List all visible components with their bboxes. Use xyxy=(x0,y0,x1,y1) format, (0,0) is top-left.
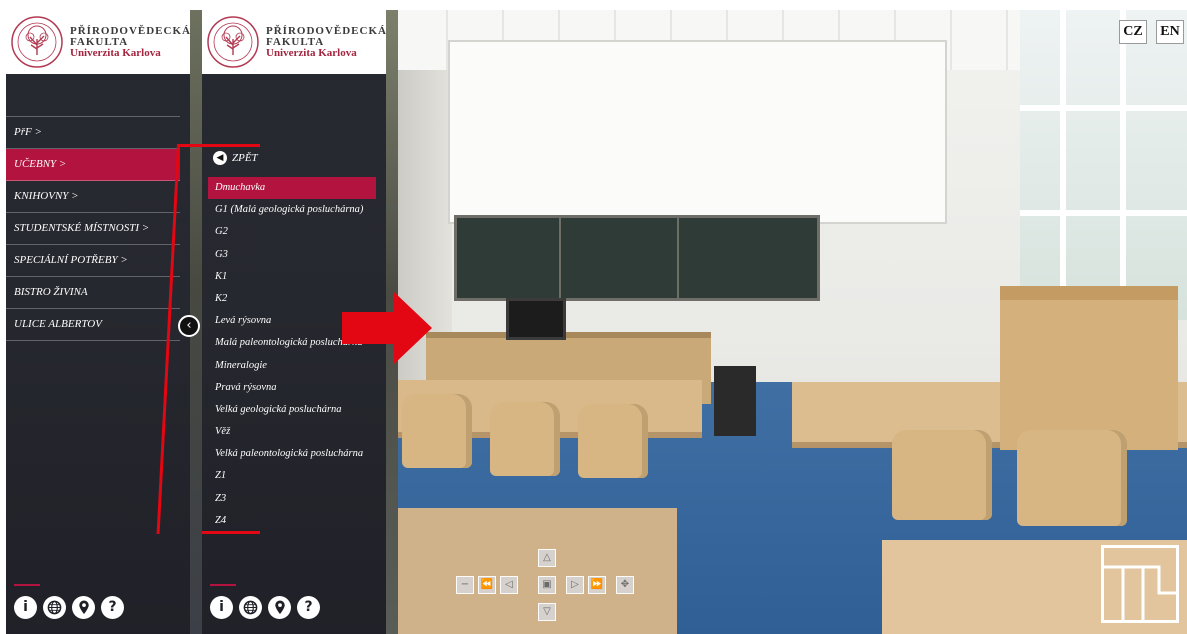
submenu-item-z1[interactable]: Z1 xyxy=(208,465,376,487)
projection-screen xyxy=(448,40,947,224)
annotation-line xyxy=(178,144,260,147)
rewind-icon[interactable]: ⏪ xyxy=(478,576,496,594)
submenu-item-k1[interactable]: K1 xyxy=(208,266,376,288)
chalkboard xyxy=(454,215,820,301)
chevron-left-icon[interactable]: ‹ xyxy=(178,315,200,337)
map-pin-icon[interactable] xyxy=(72,596,95,619)
lectern xyxy=(1000,286,1178,450)
zoom-out-icon[interactable]: − xyxy=(456,576,474,594)
info-icon[interactable]: i xyxy=(210,596,233,619)
logo-title: PŘÍRODOVĚDECKÁ xyxy=(70,24,191,37)
globe-icon[interactable] xyxy=(43,596,66,619)
panorama-view[interactable] xyxy=(392,10,1187,634)
help-icon[interactable]: ? xyxy=(101,596,124,619)
submenu-item-z4[interactable]: Z4 xyxy=(208,510,376,532)
logo-subtitle: FAKULTA xyxy=(266,35,325,48)
faculty-logo[interactable]: PŘÍRODOVĚDECKÁ FAKULTA Univerzita Karlov… xyxy=(202,10,386,74)
logo-university: Univerzita Karlova xyxy=(70,46,161,59)
back-arrow-icon: ◀ xyxy=(213,151,227,165)
submenu-item-z3[interactable]: Z3 xyxy=(208,488,376,510)
main-menu: PřF > UČEBNY > KNIHOVNY > STUDENTSKÉ MÍS… xyxy=(6,116,180,341)
main-menu-panel: PŘÍRODOVĚDECKÁ FAKULTA Univerzita Karlov… xyxy=(6,10,190,634)
back-label: ZPĚT xyxy=(232,152,258,164)
submenu-item-vez[interactable]: Věž xyxy=(208,421,376,443)
window xyxy=(1020,10,1187,320)
submenu-item-dmuchavka[interactable]: Dmuchavka xyxy=(208,177,376,200)
tilt-up-icon[interactable]: △ xyxy=(538,549,556,567)
globe-icon[interactable] xyxy=(239,596,262,619)
help-icon[interactable]: ? xyxy=(297,596,320,619)
logo-university: Univerzita Karlova xyxy=(266,46,357,59)
chair xyxy=(892,430,992,520)
submenu-item-g3[interactable]: G3 xyxy=(208,244,376,266)
back-button[interactable]: ◀ ZPĚT xyxy=(213,150,258,166)
menu-item-knihovny[interactable]: KNIHOVNY > xyxy=(6,181,180,213)
logo-subtitle: FAKULTA xyxy=(70,35,129,48)
menu-item-prf[interactable]: PřF > xyxy=(6,117,180,149)
student-table xyxy=(392,508,677,634)
info-icon[interactable]: i xyxy=(14,596,37,619)
pan-right-icon[interactable]: ▷ xyxy=(566,576,584,594)
menu-item-studentske-mistnosti[interactable]: STUDENTSKÉ MÍSTNOSTI > xyxy=(6,213,180,245)
pan-left-icon[interactable]: ◁ xyxy=(500,576,518,594)
faculty-logo[interactable]: PŘÍRODOVĚDECKÁ FAKULTA Univerzita Karlov… xyxy=(6,10,190,74)
map-pin-icon[interactable] xyxy=(268,596,291,619)
virtual-tour-viewer: PŘÍRODOVĚDECKÁ FAKULTA Univerzita Karlov… xyxy=(6,10,1187,634)
footer-icons: i ? xyxy=(14,596,124,619)
annotation-arrow-icon xyxy=(342,292,432,364)
university-seal-icon xyxy=(11,16,63,68)
accent-line xyxy=(14,584,40,586)
submenu-item-g2[interactable]: G2 xyxy=(208,221,376,243)
chair xyxy=(490,402,560,476)
chair xyxy=(402,394,472,468)
center-icon[interactable]: ▣ xyxy=(538,576,556,594)
language-en-button[interactable]: EN xyxy=(1156,20,1184,44)
menu-item-ucebny[interactable]: UČEBNY > xyxy=(6,149,180,181)
speaker xyxy=(714,366,756,436)
fullscreen-icon[interactable]: ✥ xyxy=(616,576,634,594)
fast-forward-icon[interactable]: ⏩ xyxy=(588,576,606,594)
menu-item-specialni-potreby[interactable]: SPECIÁLNÍ POTŘEBY > xyxy=(6,245,180,277)
university-seal-icon xyxy=(207,16,259,68)
menu-item-bistro-zivina[interactable]: BISTRO ŽIVINA xyxy=(6,277,180,309)
submenu-item-velka-geologicka[interactable]: Velká geologická posluchárna xyxy=(208,399,376,421)
accent-line xyxy=(210,584,236,586)
tilt-down-icon[interactable]: ▽ xyxy=(538,603,556,621)
chair xyxy=(1017,430,1127,526)
tour-brand-logo-icon[interactable] xyxy=(1101,545,1179,623)
footer-icons: i ? xyxy=(210,596,320,619)
submenu-item-velka-paleontologicka[interactable]: Velká paleontologická posluchárna xyxy=(208,443,376,465)
submenu-item-g1[interactable]: G1 (Malá geologická posluchárna) xyxy=(208,199,376,221)
submenu-item-prava-rysovna[interactable]: Pravá rýsovna xyxy=(208,377,376,399)
monitor xyxy=(506,298,566,340)
annotation-line xyxy=(202,531,260,534)
logo-title: PŘÍRODOVĚDECKÁ xyxy=(266,24,387,37)
chair xyxy=(578,404,648,478)
language-cz-button[interactable]: CZ xyxy=(1119,20,1147,44)
menu-item-ulice-albertov[interactable]: ULICE ALBERTOV xyxy=(6,309,180,341)
